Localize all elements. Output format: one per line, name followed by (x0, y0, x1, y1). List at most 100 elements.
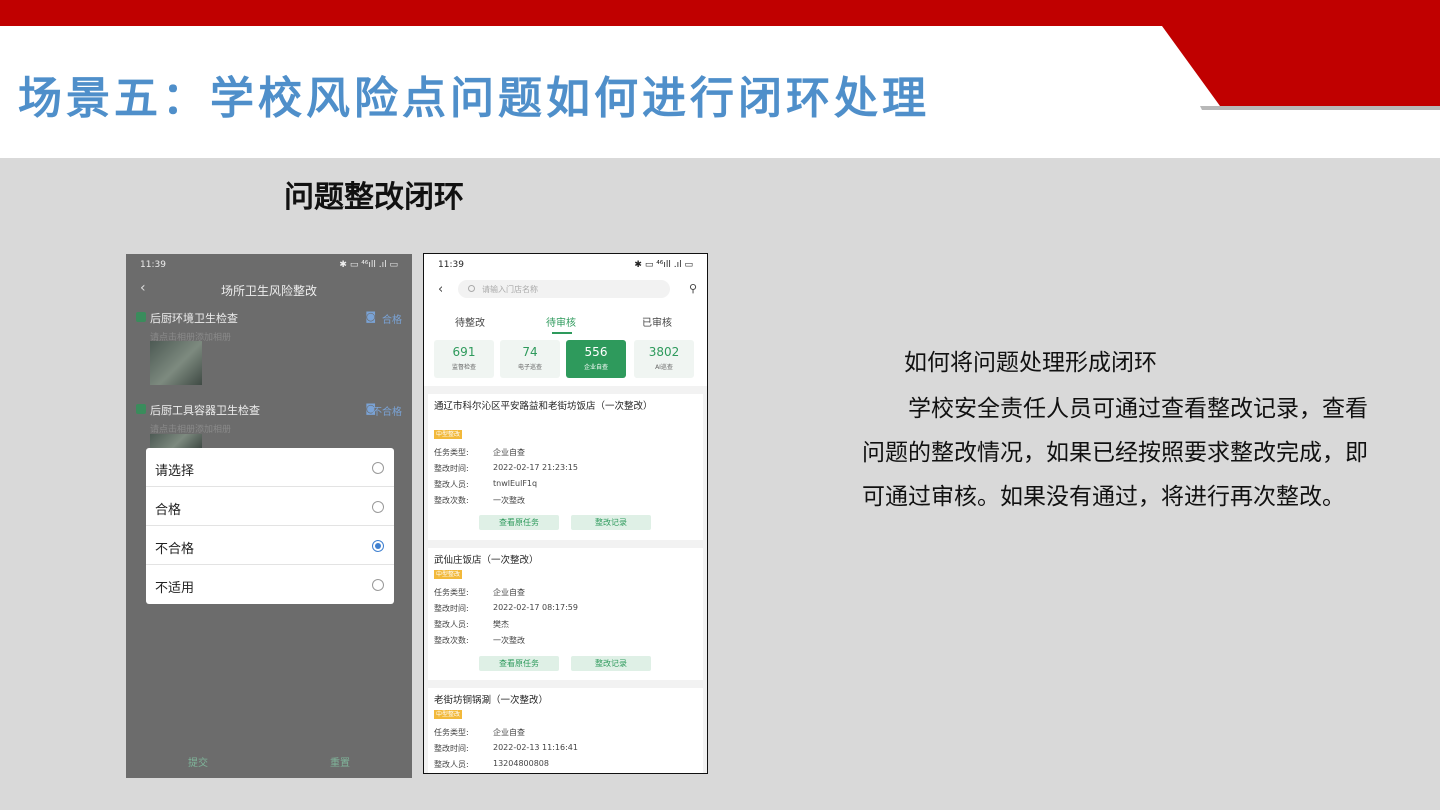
status-bar: 11:39 ✱ ▭ ⁴⁶ıll .ıl ▭ (424, 254, 707, 276)
card-title: 老街坊铜锅涮（一次整改） (434, 695, 549, 706)
field-value: 2022-02-17 08:17:59 (493, 603, 578, 612)
camera-icon[interactable]: ◙ (365, 310, 376, 323)
stat-label: 企业自查 (583, 364, 608, 371)
check-item-name: 后厨工具容器卫生检查 (150, 404, 260, 417)
checklist-icon (136, 312, 146, 322)
field-label: 整改时间: (434, 744, 469, 753)
tab-reviewed[interactable]: 已审核 (642, 314, 672, 329)
stat-supervision[interactable]: 691 监督检查 (434, 340, 494, 378)
field-value: 2022-02-13 11:16:41 (493, 743, 578, 752)
field-label: 整改时间: (434, 604, 469, 613)
field-time: 整改时间: 2022-02-17 21:23:15 (434, 463, 578, 474)
explanation-body: 学校安全责任人员可通过查看整改记录，查看问题的整改情况，如果已经按照要求整改完成… (862, 396, 1368, 510)
option-not-applicable[interactable]: 不适用 (146, 565, 394, 604)
option-please-select[interactable]: 请选择 (146, 448, 394, 487)
check-item[interactable]: 后厨工具容器卫生检查 ◙ 不合格 (134, 402, 406, 422)
list-item[interactable]: 通辽市科尔沁区平安路益和老街坊饭店（一次整改） 中型整改 任务类型: 企业自查 整… (428, 394, 703, 540)
tab-pending-rectification[interactable]: 待整改 (455, 314, 485, 329)
list-item[interactable]: 老街坊铜锅涮（一次整改） 中型整改 任务类型: 企业自查 整改时间: 2022-02… (428, 688, 703, 773)
screen-title: 场所卫生风险整改 (220, 284, 317, 298)
chevron-left-icon[interactable]: ‹ (438, 282, 443, 297)
view-task-button[interactable]: 查看原任务 (479, 656, 559, 671)
field-person: 整改人员: 13204800808 (434, 759, 549, 770)
list-item[interactable]: 武仙庄饭店（一次整改） 中型整改 任务类型: 企业自查 整改时间: 2022-02-… (428, 548, 703, 680)
field-type: 任务类型: 企业自查 (434, 587, 525, 598)
rectification-record-button[interactable]: 整改记录 (571, 515, 651, 530)
option-label: 请选择 (155, 464, 195, 479)
search-placeholder: 请输入门店名称 (482, 285, 538, 294)
field-value: 企业自查 (493, 448, 525, 457)
submit-button[interactable]: 提交 (188, 754, 208, 769)
check-item[interactable]: 后厨环境卫生检查 ◙ 合格 (134, 310, 406, 330)
field-label: 整改人员: (434, 480, 469, 489)
list-header: ‹ 请输入门店名称 ⚲ 待整改 待审核 已审核 691 监督检查 74 电子巡查… (424, 276, 707, 386)
field-value: 一次整改 (493, 496, 525, 505)
check-item-name: 后厨环境卫生检查 (150, 312, 238, 325)
field-time: 整改时间: 2022-02-13 11:16:41 (434, 743, 578, 754)
field-label: 整改次数: (434, 496, 469, 505)
status-time: 11:39 (140, 260, 166, 270)
field-label: 任务类型: (434, 588, 469, 597)
checklist-icon (136, 404, 146, 414)
field-label: 整改时间: (434, 464, 469, 473)
field-count: 整改次数: 一次整改 (434, 635, 525, 646)
section-heading: 问题整改闭环 (284, 180, 464, 215)
check-item-status[interactable]: 不合格 (372, 403, 402, 418)
reset-button[interactable]: 重置 (330, 754, 350, 769)
option-label: 合格 (155, 503, 182, 518)
search-icon (468, 285, 475, 292)
option-label: 不适用 (155, 581, 195, 596)
status-time: 11:39 (438, 260, 464, 270)
nav-bar: ‹ 场所卫生风险整改 (126, 276, 412, 302)
status-bar: 11:39 ✱ ▭ ⁴⁶ıll .ıl ▭ (126, 254, 412, 276)
status-badge: 中型整改 (434, 710, 463, 719)
status-select-dialog: 请选择 合格 不合格 不适用 (146, 448, 394, 604)
status-badge: 中型整改 (434, 430, 463, 439)
field-person: 整改人员: tnwlEulF1q (434, 479, 537, 490)
rectification-record-button[interactable]: 整改记录 (571, 656, 651, 671)
stat-number: 74 (522, 345, 538, 359)
card-title: 武仙庄饭店（一次整改） (434, 555, 539, 566)
stat-self-check[interactable]: 556 企业自查 (566, 340, 626, 378)
field-label: 整改人员: (434, 760, 469, 769)
field-label: 任务类型: (434, 728, 469, 737)
field-value: 企业自查 (493, 588, 525, 597)
view-task-button[interactable]: 查看原任务 (479, 515, 559, 530)
field-label: 任务类型: (434, 448, 469, 457)
field-count: 整改次数: 一次整改 (434, 495, 525, 506)
stat-label: 监督检查 (451, 364, 476, 371)
option-label: 不合格 (155, 542, 195, 557)
option-unqualified[interactable]: 不合格 (146, 526, 394, 565)
field-value: 企业自查 (493, 728, 525, 737)
stat-number: 556 (584, 345, 608, 359)
bottom-actions: 提交 重置 (126, 754, 412, 770)
field-value: tnwlEulF1q (493, 479, 538, 488)
inspection-photo[interactable] (150, 341, 202, 385)
search-input[interactable]: 请输入门店名称 (458, 280, 670, 298)
field-label: 整改人员: (434, 620, 469, 629)
check-item-status[interactable]: 合格 (382, 311, 402, 326)
slide-title: 场景五：学校风险点问题如何进行闭环处理 (18, 73, 930, 124)
field-value: 樊杰 (493, 620, 509, 629)
field-value: 一次整改 (493, 636, 525, 645)
stat-label: 电子巡查 (517, 364, 542, 371)
active-tab-indicator (552, 332, 572, 334)
radio-selected-icon[interactable] (372, 540, 384, 552)
status-icons: ✱ ▭ ⁴⁶ıll .ıl ▭ (634, 260, 693, 270)
stat-e-patrol[interactable]: 74 电子巡查 (500, 340, 560, 378)
stat-ai-patrol[interactable]: 3802 AI巡查 (634, 340, 694, 378)
field-time: 整改时间: 2022-02-17 08:17:59 (434, 603, 578, 614)
tab-pending-review[interactable]: 待审核 (546, 314, 576, 329)
inspection-photo[interactable] (150, 434, 202, 448)
radio-icon[interactable] (372, 462, 384, 474)
field-person: 整改人员: 樊杰 (434, 619, 509, 630)
explanation-question: 如何将问题处理形成闭环 (904, 350, 1157, 376)
stat-number: 3802 (648, 345, 680, 359)
stat-number: 691 (452, 345, 476, 359)
field-value: 2022-02-17 21:23:15 (493, 463, 578, 472)
filter-icon[interactable]: ⚲ (689, 282, 697, 295)
radio-icon[interactable] (372, 579, 384, 591)
radio-icon[interactable] (372, 501, 384, 513)
option-qualified[interactable]: 合格 (146, 487, 394, 526)
status-badge: 中型整改 (434, 570, 463, 579)
